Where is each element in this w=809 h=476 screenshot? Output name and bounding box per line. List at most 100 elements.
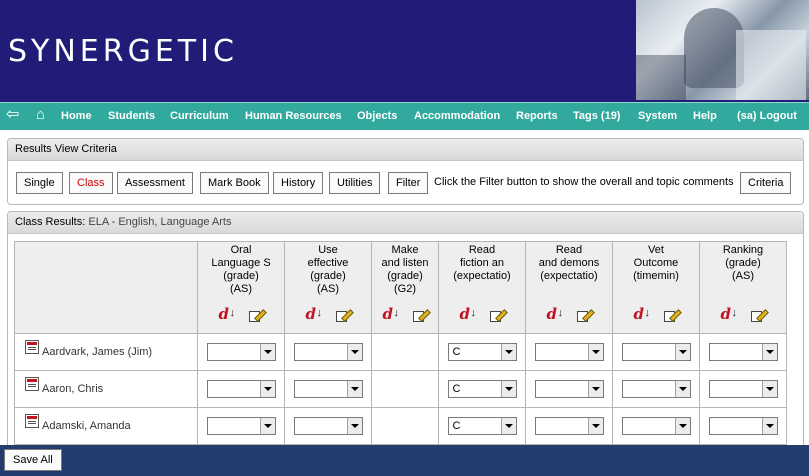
chevron-down-icon[interactable] xyxy=(500,381,516,397)
student-report-icon[interactable] xyxy=(25,414,39,428)
chevron-down-icon[interactable] xyxy=(500,344,516,360)
nav-human-resources[interactable]: Human Resources xyxy=(245,110,342,122)
class-button[interactable]: Class xyxy=(69,172,113,194)
nav-system[interactable]: System xyxy=(638,110,677,122)
chevron-down-icon[interactable] xyxy=(587,418,603,434)
assessment-column-header: Read fiction an (expectatio) d ↓ xyxy=(438,241,526,334)
result-select[interactable] xyxy=(708,417,778,435)
nav-curriculum[interactable]: Curriculum xyxy=(170,110,229,122)
result-select[interactable] xyxy=(206,417,276,435)
column-title-line: (G2) xyxy=(394,283,416,295)
result-select[interactable] xyxy=(621,343,691,361)
result-select[interactable]: C xyxy=(447,343,517,361)
result-select[interactable] xyxy=(293,343,363,361)
criteria-button[interactable]: Criteria xyxy=(740,172,792,194)
result-select[interactable]: C xyxy=(447,380,517,398)
arrow-left-icon[interactable]: ⇦ xyxy=(6,107,19,123)
result-cell xyxy=(525,370,613,408)
result-select[interactable] xyxy=(534,417,604,435)
edit-notes-icon[interactable] xyxy=(576,308,595,323)
chevron-down-icon[interactable] xyxy=(761,381,777,397)
assessment-column-header: Ranking (grade) (AS) d ↓ xyxy=(699,241,787,334)
edit-notes-icon[interactable] xyxy=(663,308,682,323)
chevron-down-icon[interactable] xyxy=(346,381,362,397)
main-nav: ⇦ ⌂ Home Students Curriculum Human Resou… xyxy=(0,102,809,130)
save-all-button[interactable]: Save All xyxy=(4,449,62,471)
column-title-line: Language S xyxy=(211,257,271,269)
chevron-down-icon[interactable] xyxy=(346,344,362,360)
result-cell xyxy=(699,407,787,445)
sort-results-icon[interactable]: d ↓ xyxy=(720,305,740,323)
chevron-down-icon[interactable] xyxy=(761,344,777,360)
result-select[interactable] xyxy=(621,417,691,435)
assessment-column-header: Vet Outcome (timemin) d ↓ xyxy=(612,241,700,334)
student-name[interactable]: Aardvark, James (Jim) xyxy=(42,346,152,358)
column-title-line: (grade) xyxy=(310,270,346,282)
result-cell xyxy=(371,370,439,408)
result-select[interactable] xyxy=(534,380,604,398)
column-title: Use effective (grade) (AS) xyxy=(287,244,369,301)
result-select[interactable] xyxy=(206,343,276,361)
student-name[interactable]: Adamski, Amanda xyxy=(42,420,131,432)
student-name[interactable]: Aaron, Chris xyxy=(42,383,103,395)
result-select[interactable] xyxy=(293,380,363,398)
result-select[interactable] xyxy=(621,380,691,398)
assessment-button[interactable]: Assessment xyxy=(117,172,193,194)
result-select[interactable] xyxy=(708,380,778,398)
nav-logout[interactable]: (sa) Logout xyxy=(737,110,797,122)
chevron-down-icon[interactable] xyxy=(259,381,275,397)
result-select[interactable] xyxy=(293,417,363,435)
chevron-down-icon[interactable] xyxy=(587,381,603,397)
chevron-down-icon[interactable] xyxy=(761,418,777,434)
chevron-down-icon[interactable] xyxy=(259,344,275,360)
student-report-icon[interactable] xyxy=(25,377,39,391)
table-row: Aaron, Chris C xyxy=(14,370,787,408)
chevron-down-icon[interactable] xyxy=(587,344,603,360)
result-cell xyxy=(284,333,372,371)
nav-accommodation[interactable]: Accommodation xyxy=(414,110,500,122)
edit-notes-icon[interactable] xyxy=(489,308,508,323)
sort-results-icon[interactable]: d ↓ xyxy=(459,305,479,323)
column-title-line: Make xyxy=(391,244,419,256)
table-row: Adamski, Amanda C xyxy=(14,407,787,445)
chevron-down-icon[interactable] xyxy=(346,418,362,434)
result-cell xyxy=(197,370,285,408)
nav-students[interactable]: Students xyxy=(108,110,155,122)
column-title-line: (grade) xyxy=(387,270,423,282)
nav-reports[interactable]: Reports xyxy=(516,110,558,122)
column-title-line: Oral xyxy=(230,244,252,256)
chevron-down-icon[interactable] xyxy=(500,418,516,434)
chevron-down-icon[interactable] xyxy=(674,381,690,397)
edit-notes-icon[interactable] xyxy=(335,308,354,323)
student-report-icon[interactable] xyxy=(25,340,39,354)
history-button[interactable]: History xyxy=(273,172,324,194)
chevron-down-icon[interactable] xyxy=(259,418,275,434)
result-select[interactable] xyxy=(206,380,276,398)
result-select[interactable]: C xyxy=(447,417,517,435)
sort-results-icon[interactable]: d ↓ xyxy=(633,305,653,323)
nav-help[interactable]: Help xyxy=(693,110,717,122)
header-photo xyxy=(636,0,809,100)
sort-results-icon[interactable]: d ↓ xyxy=(382,305,402,323)
edit-notes-icon[interactable] xyxy=(248,308,267,323)
nav-tags[interactable]: Tags (19) xyxy=(573,110,620,122)
result-select[interactable] xyxy=(708,343,778,361)
sort-results-icon[interactable]: d ↓ xyxy=(546,305,566,323)
results-panel-title: Class Results: ELA - English, Language A… xyxy=(8,212,803,234)
assessment-column-header: Use effective (grade) (AS) d ↓ xyxy=(284,241,372,334)
result-select[interactable] xyxy=(534,343,604,361)
house-icon[interactable]: ⌂ xyxy=(36,107,45,123)
single-button[interactable]: Single xyxy=(16,172,63,194)
nav-objects[interactable]: Objects xyxy=(357,110,397,122)
chevron-down-icon[interactable] xyxy=(674,344,690,360)
sort-results-icon[interactable]: d ↓ xyxy=(218,305,238,323)
filter-button[interactable]: Filter xyxy=(388,172,429,194)
chevron-down-icon[interactable] xyxy=(674,418,690,434)
utilities-button[interactable]: Utilities xyxy=(329,172,381,194)
mark-book-button[interactable]: Mark Book xyxy=(200,172,269,194)
sort-results-icon[interactable]: d ↓ xyxy=(305,305,325,323)
edit-notes-icon[interactable] xyxy=(750,308,769,323)
nav-home[interactable]: Home xyxy=(61,110,92,122)
results-view-criteria-panel: Results View Criteria Single Class Asses… xyxy=(7,138,804,205)
edit-notes-icon[interactable] xyxy=(412,308,431,323)
